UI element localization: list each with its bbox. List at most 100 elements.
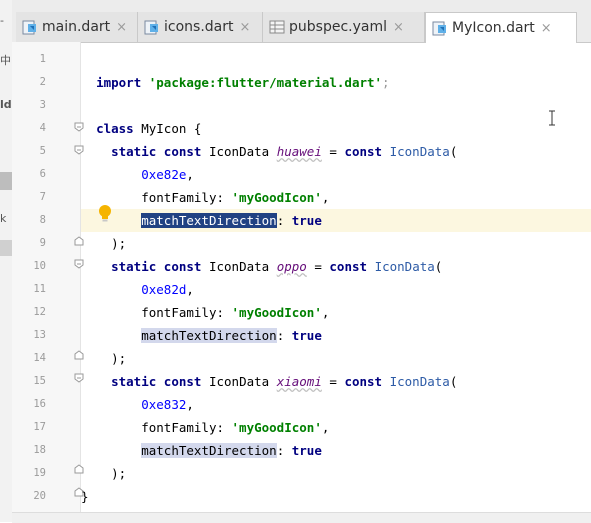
line-number: 15 (33, 375, 46, 387)
field-name: oppo (276, 259, 307, 274)
type-name: IconData (201, 144, 277, 159)
panel-mark: k (0, 212, 7, 225)
punctuation: : (276, 213, 292, 228)
code-line: ); (81, 232, 591, 255)
tab-label: icons.dart (164, 19, 234, 35)
line-number: 20 (33, 490, 46, 502)
operator: = (306, 259, 330, 274)
panel-selection (0, 172, 12, 190)
string-literal: 'package:flutter/material.dart' (148, 75, 383, 90)
named-arg: fontFamily: (141, 190, 232, 205)
keyword: const (163, 374, 202, 389)
identifier-occurrence: matchTextDirection (141, 443, 277, 458)
tab-icons-dart[interactable]: icons.dart × (138, 12, 263, 42)
hex-literal: 0xe82d (141, 282, 187, 297)
code-editor[interactable]: import 'package:flutter/material.dart'; … (81, 42, 591, 512)
code-line-current: matchTextDirection: true (81, 209, 591, 232)
punctuation: , (321, 420, 330, 435)
line-number: 18 (33, 444, 46, 456)
class-name: MyIcon { (133, 121, 202, 136)
close-icon[interactable]: × (541, 21, 552, 36)
constructor: IconData (389, 144, 450, 159)
punctuation: ( (434, 259, 443, 274)
keyword: const (163, 144, 202, 159)
yaml-file-icon (269, 19, 285, 35)
code-line: static const IconData xiaomi = const Ico… (81, 370, 591, 393)
line-number: 8 (39, 214, 46, 226)
panel-block (0, 240, 12, 256)
punctuation: : (276, 328, 292, 343)
keyword: const (344, 144, 383, 159)
code-line: matchTextDirection: true (81, 439, 591, 462)
line-number: 16 (33, 398, 46, 410)
string-literal: 'myGoodIcon' (231, 305, 322, 320)
keyword: class (96, 121, 134, 136)
code-line: ); (81, 462, 591, 485)
dart-file-icon (432, 20, 448, 36)
code-line: 0xe82e, (81, 163, 591, 186)
punctuation: , (186, 282, 194, 297)
lightbulb-icon[interactable] (98, 204, 112, 224)
line-number: 19 (33, 467, 46, 479)
line-number: 5 (39, 145, 46, 157)
punctuation: , (321, 190, 330, 205)
code-line: static const IconData oppo = const IconD… (81, 255, 591, 278)
tab-main-dart[interactable]: main.dart × (16, 12, 138, 42)
code-line: 0xe82d, (81, 278, 591, 301)
line-number: 2 (39, 76, 46, 88)
tab-pubspec-yaml[interactable]: pubspec.yaml × (263, 12, 425, 42)
string-literal: 'myGoodIcon' (231, 190, 322, 205)
keyword: const (329, 259, 368, 274)
line-number: 6 (39, 168, 46, 180)
punctuation: ; (382, 75, 390, 90)
named-arg: fontFamily: (141, 305, 232, 320)
panel-mark: - (0, 14, 4, 27)
line-number: 17 (33, 421, 46, 433)
punctuation: ); (111, 236, 127, 251)
operator: = (321, 144, 345, 159)
punctuation: : (276, 443, 292, 458)
line-number: 7 (39, 191, 46, 203)
line-number: 13 (33, 329, 46, 341)
line-number: 1 (39, 53, 46, 65)
close-icon[interactable]: × (116, 20, 127, 35)
keyword: import (96, 75, 142, 90)
keyword: static (111, 259, 157, 274)
line-number: 11 (33, 283, 46, 295)
editor-gutter[interactable]: 1 2 3 4 5 6 7 8 9 10 11 12 13 14 15 16 1… (12, 42, 81, 522)
line-number: 3 (39, 99, 46, 111)
close-icon[interactable]: × (393, 20, 404, 35)
keyword: true (291, 328, 322, 343)
horizontal-scrollbar[interactable] (12, 512, 591, 523)
punctuation: ); (111, 351, 127, 366)
punctuation: } (81, 489, 89, 504)
keyword: true (291, 443, 322, 458)
punctuation: ); (111, 466, 127, 481)
keyword: static (111, 374, 157, 389)
dart-file-icon (144, 19, 160, 35)
constructor: IconData (389, 374, 450, 389)
selected-identifier: matchTextDirection (141, 213, 277, 228)
field-name: xiaomi (276, 374, 322, 389)
field-name: huawei (276, 144, 322, 159)
operator: = (321, 374, 345, 389)
hex-literal: 0xe832 (141, 397, 187, 412)
keyword: const (163, 259, 202, 274)
code-line: static const IconData huawei = const Ico… (81, 140, 591, 163)
line-number: 4 (39, 122, 46, 134)
code-line: class MyIcon { (81, 117, 591, 140)
string-literal: 'myGoodIcon' (231, 420, 322, 435)
tab-label: MyIcon.dart (452, 20, 535, 36)
keyword: static (111, 144, 157, 159)
code-line: matchTextDirection: true (81, 324, 591, 347)
code-line: fontFamily: 'myGoodIcon', (81, 186, 591, 209)
panel-mark: 中 (0, 54, 11, 67)
close-icon[interactable]: × (239, 20, 250, 35)
keyword: true (291, 213, 322, 228)
tab-myicon-dart[interactable]: MyIcon.dart × (425, 12, 577, 43)
text-cursor-icon (549, 110, 555, 126)
tab-label: pubspec.yaml (289, 19, 387, 35)
code-line: fontFamily: 'myGoodIcon', (81, 416, 591, 439)
